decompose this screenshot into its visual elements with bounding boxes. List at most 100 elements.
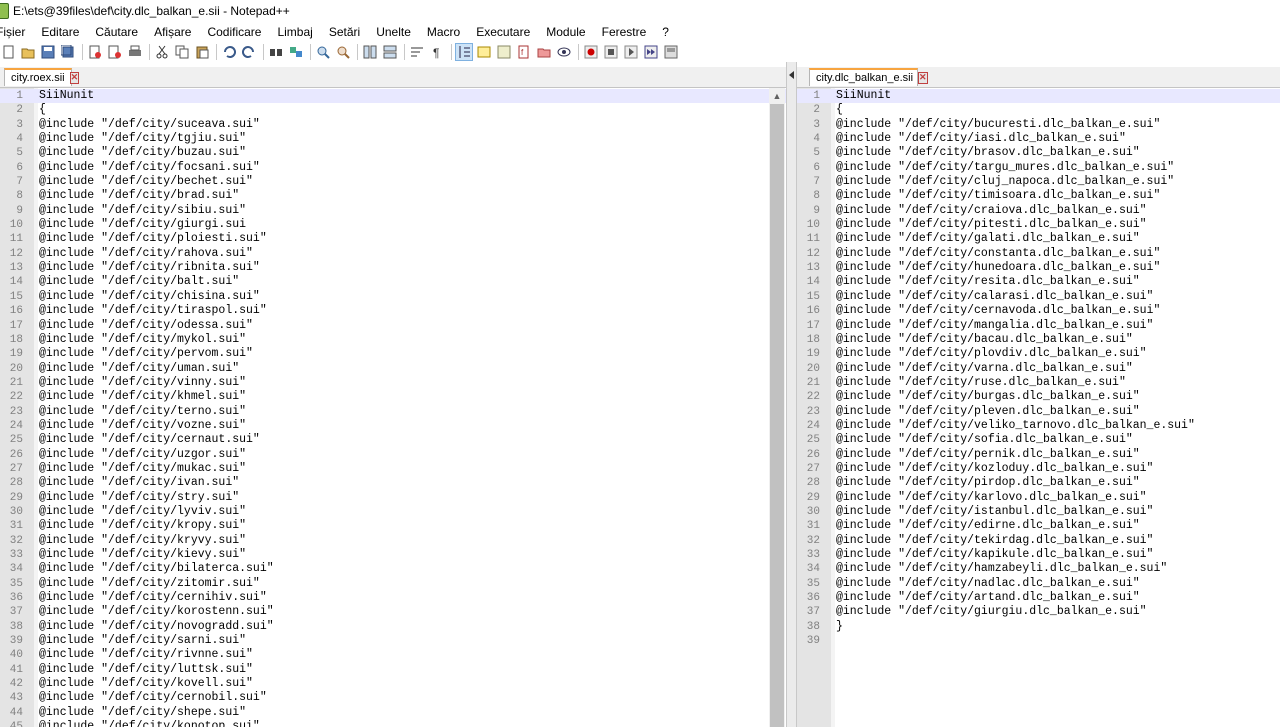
undo-icon[interactable] — [221, 44, 237, 60]
code-line[interactable]: 7 @include "/def/city/cluj_napoca.dlc_bal… — [797, 175, 1280, 189]
code-line[interactable]: 39 — [797, 634, 1280, 648]
code-line[interactable]: 2{ — [797, 103, 1280, 117]
save-macro-icon[interactable] — [663, 44, 679, 60]
run-macro-multiple-icon[interactable] — [643, 44, 659, 60]
code-line[interactable]: 5 @include "/def/city/brasov.dlc_balkan_e… — [797, 146, 1280, 160]
code-line[interactable]: 13 @include "/def/city/ribnita.sui" — [0, 261, 786, 275]
menu-item[interactable]: Codificare — [199, 25, 269, 39]
scroll-up-arrow-icon[interactable]: ▲ — [769, 88, 785, 104]
open-icon[interactable] — [20, 44, 36, 60]
code-line[interactable]: 8 @include "/def/city/brad.sui" — [0, 189, 786, 203]
code-line[interactable]: 43 @include "/def/city/cernobil.sui" — [0, 691, 786, 705]
code-line[interactable]: 38} — [797, 620, 1280, 634]
folder-workspace-icon[interactable] — [536, 44, 552, 60]
sync-vertical-icon[interactable] — [362, 44, 378, 60]
print-icon[interactable] — [127, 44, 143, 60]
code-line[interactable]: 9 @include "/def/city/sibiu.sui" — [0, 204, 786, 218]
code-line[interactable]: 25 @include "/def/city/sofia.dlc_balkan_e… — [797, 433, 1280, 447]
code-line[interactable]: 39 @include "/def/city/sarni.sui" — [0, 634, 786, 648]
code-line[interactable]: 1 SiiNunit — [0, 89, 786, 104]
redo-icon[interactable] — [241, 44, 257, 60]
menu-item[interactable]: Fișier — [0, 25, 33, 39]
code-line[interactable]: 12 @include "/def/city/rahova.sui" — [0, 247, 786, 261]
code-line[interactable]: 29 @include "/def/city/stry.sui" — [0, 491, 786, 505]
copy-icon[interactable] — [174, 44, 190, 60]
word-wrap-icon[interactable] — [409, 44, 425, 60]
code-line[interactable]: 14 @include "/def/city/balt.sui" — [0, 275, 786, 289]
code-line[interactable]: 20 @include "/def/city/varna.dlc_balkan_e… — [797, 362, 1280, 376]
zoom-in-icon[interactable] — [315, 44, 331, 60]
code-line[interactable]: 4 @include "/def/city/tgjiu.sui" — [0, 132, 786, 146]
code-line[interactable]: 7 @include "/def/city/bechet.sui" — [0, 175, 786, 189]
code-line[interactable]: 10 @include "/def/city/pitesti.dlc_balkan… — [797, 218, 1280, 232]
code-line[interactable]: 27 @include "/def/city/kozloduy.dlc_balka… — [797, 462, 1280, 476]
code-line[interactable]: 31 @include "/def/city/edirne.dlc_balkan_… — [797, 519, 1280, 533]
code-line[interactable]: 25 @include "/def/city/cernaut.sui" — [0, 433, 786, 447]
close-all-icon[interactable] — [107, 44, 123, 60]
code-line[interactable]: 3 @include "/def/city/suceava.sui" — [0, 118, 786, 132]
code-line[interactable]: 35 @include "/def/city/nadlac.dlc_balkan_… — [797, 577, 1280, 591]
code-line[interactable]: 13 @include "/def/city/hunedoara.dlc_balk… — [797, 261, 1280, 275]
menu-item[interactable]: Limbaj — [269, 25, 320, 39]
split-divider[interactable] — [786, 62, 797, 727]
left-editor[interactable]: 1 SiiNunit 2{3 @include "/def/city/suceava.… — [0, 88, 786, 727]
code-line[interactable]: 33 @include "/def/city/kievy.sui" — [0, 548, 786, 562]
code-line[interactable]: 36 @include "/def/city/artand.dlc_balkan_… — [797, 591, 1280, 605]
code-line[interactable]: 14 @include "/def/city/resita.dlc_balkan_… — [797, 275, 1280, 289]
code-line[interactable]: 6 @include "/def/city/focsani.sui" — [0, 161, 786, 175]
find-icon[interactable] — [268, 44, 284, 60]
code-line[interactable]: 16 @include "/def/city/cernavoda.dlc_balk… — [797, 304, 1280, 318]
paste-icon[interactable] — [194, 44, 210, 60]
code-line[interactable]: 37 @include "/def/city/giurgiu.dlc_balkan… — [797, 605, 1280, 619]
menu-item[interactable]: Unelte — [368, 25, 419, 39]
code-line[interactable]: 21 @include "/def/city/vinny.sui" — [0, 376, 786, 390]
stop-macro-icon[interactable] — [603, 44, 619, 60]
code-line[interactable]: 44 @include "/def/city/shepe.sui" — [0, 706, 786, 720]
show-all-chars-icon[interactable]: ¶ — [429, 44, 445, 60]
code-line[interactable]: 17 @include "/def/city/odessa.sui" — [0, 319, 786, 333]
code-line[interactable]: 18 @include "/def/city/mykol.sui" — [0, 333, 786, 347]
code-line[interactable]: 34 @include "/def/city/hamzabeyli.dlc_bal… — [797, 562, 1280, 576]
tab-close-icon[interactable]: ✕ — [69, 72, 80, 84]
code-line[interactable]: 19 @include "/def/city/pervom.sui" — [0, 347, 786, 361]
code-line[interactable]: 29 @include "/def/city/karlovo.dlc_balkan… — [797, 491, 1280, 505]
code-line[interactable]: 9 @include "/def/city/craiova.dlc_balkan_… — [797, 204, 1280, 218]
tab-city-roex[interactable]: city.roex.sii ✕ — [4, 68, 80, 86]
left-scrollbar-thumb[interactable] — [770, 104, 784, 727]
code-line[interactable]: 23 @include "/def/city/terno.sui" — [0, 405, 786, 419]
code-line[interactable]: 12 @include "/def/city/constanta.dlc_balk… — [797, 247, 1280, 261]
code-line[interactable]: 35 @include "/def/city/zitomir.sui" — [0, 577, 786, 591]
code-line[interactable]: 15 @include "/def/city/calarasi.dlc_balka… — [797, 290, 1280, 304]
code-line[interactable]: 37 @include "/def/city/korostenn.sui" — [0, 605, 786, 619]
code-line[interactable]: 20 @include "/def/city/uman.sui" — [0, 362, 786, 376]
right-editor[interactable]: 1 SiiNunit 2{3 @include "/def/city/bucurest… — [797, 88, 1280, 727]
udl-icon[interactable] — [476, 44, 492, 60]
code-line[interactable]: 11 @include "/def/city/ploiesti.sui" — [0, 232, 786, 246]
code-line[interactable]: 4 @include "/def/city/iasi.dlc_balkan_e.s… — [797, 132, 1280, 146]
code-line[interactable]: 21 @include "/def/city/ruse.dlc_balkan_e.… — [797, 376, 1280, 390]
code-line[interactable]: 40 @include "/def/city/rivnne.sui" — [0, 648, 786, 662]
zoom-out-icon[interactable] — [335, 44, 351, 60]
save-all-icon[interactable] — [60, 44, 76, 60]
record-macro-icon[interactable] — [583, 44, 599, 60]
code-line[interactable]: 1 SiiNunit — [797, 89, 1280, 104]
code-line[interactable]: 28 @include "/def/city/ivan.sui" — [0, 476, 786, 490]
code-line[interactable]: 5 @include "/def/city/buzau.sui" — [0, 146, 786, 160]
code-line[interactable]: 33 @include "/def/city/kapikule.dlc_balka… — [797, 548, 1280, 562]
menu-item[interactable]: Căutare — [87, 25, 146, 39]
code-line[interactable]: 22 @include "/def/city/burgas.dlc_balkan_… — [797, 390, 1280, 404]
code-line[interactable]: 41 @include "/def/city/luttsk.sui" — [0, 663, 786, 677]
left-vertical-scrollbar[interactable]: ▲ — [769, 88, 785, 727]
code-line[interactable]: 10 @include "/def/city/giurgi.sui — [0, 218, 786, 232]
code-line[interactable]: 30 @include "/def/city/istanbul.dlc_balka… — [797, 505, 1280, 519]
code-line[interactable]: 36 @include "/def/city/cernihiv.sui" — [0, 591, 786, 605]
code-line[interactable]: 22 @include "/def/city/khmel.sui" — [0, 390, 786, 404]
function-list-icon[interactable]: f — [516, 44, 532, 60]
code-line[interactable]: 28 @include "/def/city/pirdop.dlc_balkan_… — [797, 476, 1280, 490]
code-line[interactable]: 23 @include "/def/city/pleven.dlc_balkan_… — [797, 405, 1280, 419]
replace-icon[interactable] — [288, 44, 304, 60]
code-line[interactable]: 30 @include "/def/city/lyviv.sui" — [0, 505, 786, 519]
indent-guide-icon[interactable] — [455, 43, 473, 61]
code-line[interactable]: 45 @include "/def/city/konotop.sui" — [0, 720, 786, 727]
menu-item[interactable]: Executare — [468, 25, 538, 39]
